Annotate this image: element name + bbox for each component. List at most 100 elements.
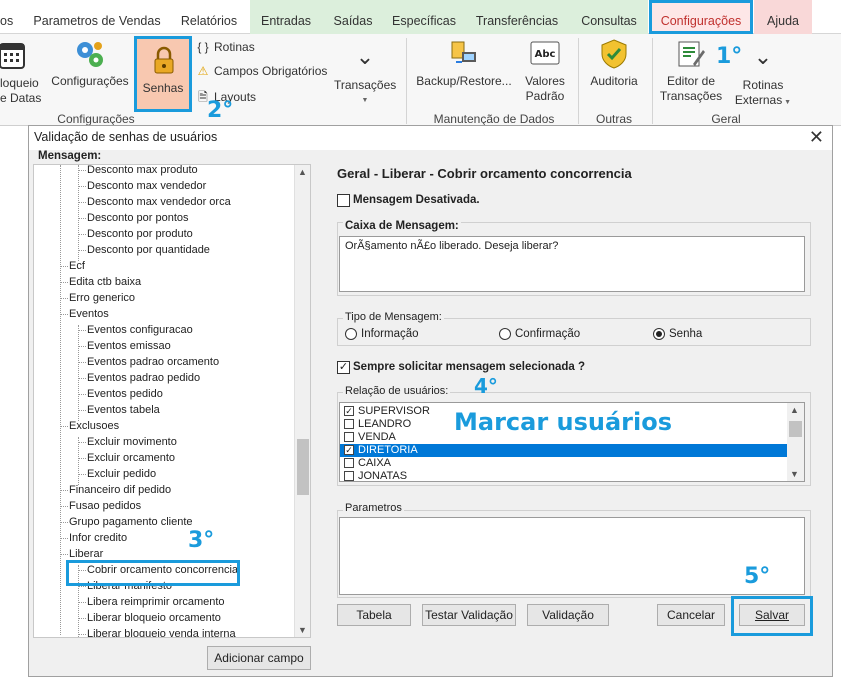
tree-connector	[78, 218, 86, 219]
always-ask-checkbox[interactable]: ✓	[337, 361, 350, 374]
tab-configuracoes[interactable]: Configurações	[649, 0, 753, 34]
valores-label-1: Valores	[525, 74, 565, 88]
braces-icon: { }	[197, 40, 209, 54]
users-scrollbar[interactable]: ▲ ▼	[787, 403, 804, 481]
msg-disabled-label: Mensagem Desativada.	[353, 194, 480, 206]
tree-item[interactable]: Ecf	[69, 258, 85, 274]
tree-item[interactable]: Desconto max vendedor	[87, 178, 206, 194]
backup-icon	[451, 41, 476, 63]
tab-ajuda[interactable]: Ajuda	[754, 0, 812, 34]
testar-validacao-button[interactable]: Testar Validação	[422, 604, 516, 626]
msg-box-label: Caixa de Mensagem:	[343, 220, 461, 232]
tab-entradas[interactable]: Entradas	[250, 0, 322, 34]
tree-item[interactable]: Desconto por pontos	[87, 210, 189, 226]
tree-item[interactable]: Liberar bloqueio orcamento	[87, 610, 221, 626]
user-name: SUPERVISOR	[358, 405, 430, 417]
tree-item[interactable]: Excluir pedido	[87, 466, 156, 482]
transacoes-button[interactable]: ⌄ Transações ▼	[334, 44, 396, 108]
tab-relatorios[interactable]: Relatórios	[176, 0, 242, 34]
user-checkbox[interactable]	[344, 458, 354, 468]
tree-item[interactable]: Eventos padrao orcamento	[87, 354, 219, 370]
tree-item[interactable]: Financeiro dif pedido	[69, 482, 171, 498]
ribbon-panel: loqueio e Datas Configurações Senhas { } R…	[0, 34, 841, 126]
cancelar-button[interactable]: Cancelar	[657, 604, 725, 626]
params-area[interactable]	[339, 517, 805, 595]
tree-connector	[78, 410, 86, 411]
tab-consultas[interactable]: Consultas	[570, 0, 648, 34]
tree-line	[60, 165, 61, 635]
tree-item[interactable]: Eventos pedido	[87, 386, 163, 402]
radio-informacao[interactable]	[345, 328, 357, 340]
tree-item[interactable]: Desconto por produto	[87, 226, 193, 242]
dialog-title: Validação de senhas de usuários	[29, 126, 832, 150]
tree-item[interactable]: Desconto max produto	[87, 165, 198, 178]
configuracoes-button[interactable]: Configurações	[48, 38, 132, 89]
tabela-button[interactable]: Tabela	[337, 604, 411, 626]
user-row[interactable]: ✓ DIRETORIA	[340, 444, 788, 457]
tree-item[interactable]: Excluir orcamento	[87, 450, 175, 466]
tree-connector	[78, 330, 86, 331]
group-label-manutencao: Manutenção de Dados	[433, 112, 555, 126]
tab-transferencias[interactable]: Transferências	[464, 0, 570, 34]
tab-especificas[interactable]: Específicas	[384, 0, 464, 34]
tree-item[interactable]: Edita ctb baixa	[69, 274, 141, 290]
tree-item[interactable]: Fusao pedidos	[69, 498, 141, 514]
tab-parametros-vendas[interactable]: Parametros de Vendas	[30, 0, 164, 34]
highlight-cobrir	[66, 560, 240, 586]
tree-item[interactable]: Libera reimprimir orcamento	[87, 594, 225, 610]
radio-senha[interactable]	[653, 328, 665, 340]
ribbon-separator	[406, 38, 407, 124]
dropdown-arrow-icon: ▼	[782, 99, 792, 106]
user-row[interactable]: CAIXA	[340, 457, 788, 470]
add-field-button[interactable]: Adicionar campo	[207, 646, 311, 670]
tree-connector	[60, 538, 68, 539]
msg-disabled-checkbox[interactable]	[337, 194, 350, 207]
tree-item[interactable]: Desconto max vendedor orca	[87, 194, 231, 210]
tab-os[interactable]: os	[0, 0, 20, 34]
rotinas-button[interactable]: { } Rotinas	[196, 40, 254, 54]
user-checkbox[interactable]	[344, 471, 354, 481]
annotation-step-1: 1°	[716, 44, 743, 69]
scroll-up-icon[interactable]: ▲	[790, 405, 799, 415]
user-checkbox[interactable]	[344, 432, 354, 442]
bloqueio-datas-button[interactable]: loqueio e Datas	[0, 38, 41, 106]
tree-item[interactable]: Infor credito	[69, 530, 127, 546]
tree-item[interactable]: Erro generico	[69, 290, 135, 306]
tree-connector	[78, 170, 86, 171]
user-checkbox[interactable]: ✓	[344, 445, 354, 455]
tree-connector	[78, 186, 86, 187]
validacao-button[interactable]: Validação	[527, 604, 609, 626]
tree-connector	[60, 266, 68, 267]
senhas-button[interactable]: Senhas	[134, 36, 192, 112]
radio-confirmacao[interactable]	[499, 328, 511, 340]
tree-item[interactable]: Desconto por quantidade	[87, 242, 210, 258]
close-icon[interactable]: ✕	[809, 126, 824, 148]
scroll-down-icon[interactable]: ▼	[790, 469, 799, 479]
tree-connector	[60, 298, 68, 299]
tree-item[interactable]: Liberar bloqueio venda interna	[87, 626, 236, 637]
scroll-up-icon[interactable]: ▲	[298, 167, 307, 177]
message-text-area[interactable]: OrÃ§amento nÃ£o liberado. Deseja liberar…	[339, 236, 805, 292]
user-checkbox[interactable]	[344, 419, 354, 429]
backup-restore-button[interactable]: Backup/Restore...	[414, 38, 514, 89]
tree-scrollbar[interactable]: ▲ ▼	[294, 165, 310, 637]
valores-padrao-button[interactable]: Abc Valores Padrão	[520, 38, 570, 104]
tree-item[interactable]: Grupo pagamento cliente	[69, 514, 193, 530]
users-scroll-thumb[interactable]	[789, 421, 802, 437]
campos-obrigatorios-button[interactable]: ⚠ Campos Obrigatórios	[196, 64, 328, 78]
tree-item[interactable]: Eventos emissao	[87, 338, 171, 354]
user-row[interactable]: JONATAS	[340, 470, 788, 481]
auditoria-button[interactable]: Auditoria	[584, 38, 644, 89]
tree-item[interactable]: Exclusoes	[69, 418, 119, 434]
tree-item[interactable]: Excluir movimento	[87, 434, 177, 450]
tree-item[interactable]: Eventos	[69, 306, 109, 322]
scroll-down-icon[interactable]: ▼	[298, 625, 307, 635]
editor-transacoes-button[interactable]: Editor de Transações	[658, 38, 724, 104]
tree-item[interactable]: Eventos padrao pedido	[87, 370, 200, 386]
user-checkbox[interactable]: ✓	[344, 406, 354, 416]
tab-saidas[interactable]: Saídas	[322, 0, 384, 34]
tree-item[interactable]: Eventos configuracao	[87, 322, 193, 338]
tree-item[interactable]: Eventos tabela	[87, 402, 160, 418]
tree-scroll-thumb[interactable]	[297, 439, 309, 495]
rotinas-externas-label-1: Rotinas	[742, 78, 784, 92]
